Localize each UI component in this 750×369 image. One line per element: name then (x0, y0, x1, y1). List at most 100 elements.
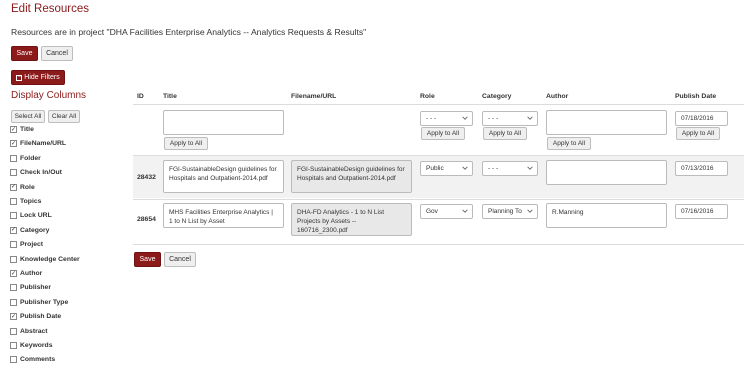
display-column-option[interactable]: Check In/Out (10, 169, 62, 177)
display-column-option[interactable]: ✓ Title (10, 126, 34, 133)
display-column-label: Publisher Type (20, 298, 69, 306)
display-column-option[interactable]: ✓ Role (10, 183, 35, 191)
column-header-role: Role (420, 93, 435, 100)
row-category-select[interactable]: Planning To (482, 204, 538, 219)
row-role-select[interactable]: Gov (420, 204, 473, 219)
row-category-value: - - - (488, 165, 499, 172)
row-filename-field: DHA-FD Analytics - 1 to N List Projects … (291, 203, 412, 236)
display-column-option[interactable]: Project (10, 241, 44, 249)
column-header-id: ID (137, 93, 144, 100)
row-divider (133, 199, 744, 200)
display-column-option[interactable]: ✓ Category (10, 226, 50, 234)
display-column-label: Check In/Out (20, 169, 62, 177)
display-column-label: Publish Date (20, 313, 62, 321)
apply-all-category-button[interactable]: Apply to All (483, 127, 527, 140)
display-column-option[interactable]: ✓ FileName/URL (10, 140, 66, 148)
column-header-publish-date: Publish Date (675, 93, 717, 100)
row-id: 28654 (137, 216, 156, 223)
checkbox-unchecked[interactable] (10, 284, 17, 292)
bulk-role-select[interactable]: - - - (420, 111, 473, 126)
checkbox-checked[interactable]: ✓ (10, 313, 17, 321)
hide-filters-button[interactable]: − Hide Filters (11, 70, 65, 85)
row-category-select[interactable]: - - - (482, 161, 538, 176)
row-divider (133, 244, 744, 245)
row-role-value: Gov (426, 208, 438, 215)
collapse-icon: − (16, 74, 23, 81)
apply-all-author-button[interactable]: Apply to All (547, 137, 591, 150)
row-role-value: Public (426, 165, 444, 172)
checkbox-unchecked[interactable] (10, 212, 17, 220)
row-author-input[interactable] (546, 160, 667, 185)
cancel-button-top[interactable]: Cancel (41, 46, 73, 61)
checkbox-checked[interactable]: ✓ (10, 126, 17, 133)
display-column-option[interactable]: Publisher (10, 284, 51, 292)
checkbox-checked[interactable]: ✓ (10, 226, 17, 234)
column-header-filename: Filename/URL (291, 93, 337, 100)
display-column-label: Title (20, 126, 34, 133)
chevron-down-icon (527, 209, 533, 213)
apply-all-title-button[interactable]: Apply to All (164, 137, 208, 150)
chevron-down-icon (527, 166, 533, 170)
checkbox-unchecked[interactable] (10, 298, 17, 306)
display-column-option[interactable]: Topics (10, 198, 41, 205)
row-role-select[interactable]: Public (420, 161, 473, 176)
chevron-down-icon (462, 166, 468, 170)
bulk-category-select[interactable]: - - - (482, 111, 538, 126)
chevron-down-icon (462, 209, 468, 213)
display-column-label: Topics (20, 198, 42, 205)
clear-all-button[interactable]: Clear All (48, 110, 80, 123)
column-header-author: Author (546, 93, 569, 100)
checkbox-unchecked[interactable] (10, 255, 17, 263)
checkbox-unchecked[interactable] (10, 198, 17, 205)
bulk-publish-date-input[interactable]: 07/18/2016 (675, 111, 728, 126)
row-publish-date-input[interactable]: 07/16/2016 (675, 204, 728, 219)
chevron-down-icon (462, 116, 468, 120)
checkbox-checked[interactable]: ✓ (10, 270, 17, 277)
display-column-option[interactable]: Knowledge Center (10, 255, 80, 263)
checkbox-unchecked[interactable] (10, 241, 17, 249)
display-column-label: Keywords (20, 342, 53, 349)
row-filename-field: FGI-SustainableDesign guidelines for Hos… (291, 160, 412, 193)
apply-all-role-button[interactable]: Apply to All (421, 127, 465, 140)
row-id: 28432 (137, 174, 156, 181)
checkbox-unchecked[interactable] (10, 169, 17, 177)
save-button-bottom[interactable]: Save (134, 252, 161, 267)
display-column-label: Project (20, 241, 44, 249)
display-column-label: Publisher (20, 284, 51, 292)
checkbox-unchecked[interactable] (10, 356, 17, 364)
chevron-down-icon (527, 116, 533, 120)
column-header-title: Title (163, 93, 177, 100)
display-column-option[interactable]: Keywords (10, 342, 52, 349)
apply-all-publish-date-button[interactable]: Apply to All (676, 127, 720, 140)
display-columns-heading: Display Columns (11, 90, 87, 101)
hide-filters-label: Hide Filters (24, 74, 60, 81)
display-column-option[interactable]: Folder (10, 154, 41, 162)
save-button-top[interactable]: Save (11, 46, 38, 61)
display-column-option[interactable]: Lock URL (10, 212, 52, 220)
display-column-label: Knowledge Center (20, 255, 80, 263)
row-publish-date-input[interactable]: 07/13/2016 (675, 161, 728, 176)
cancel-button-bottom[interactable]: Cancel (164, 252, 196, 267)
row-author-input[interactable]: R.Manning (546, 203, 667, 228)
display-column-label: Abstract (20, 327, 48, 335)
select-all-button[interactable]: Select All (11, 110, 45, 123)
display-column-label: Comments (20, 356, 56, 364)
display-column-option[interactable]: Comments (10, 356, 56, 364)
checkbox-unchecked[interactable] (10, 342, 17, 349)
checkbox-unchecked[interactable] (10, 154, 17, 162)
display-column-label: Role (20, 183, 35, 191)
display-column-option[interactable]: Abstract (10, 327, 48, 335)
checkbox-checked[interactable]: ✓ (10, 183, 17, 191)
bulk-author-input[interactable] (546, 110, 667, 135)
row-title-input[interactable]: MHS Facilities Enterprise Analytics | 1 … (163, 203, 284, 228)
display-column-option[interactable]: ✓ Publish Date (10, 313, 62, 321)
row-title-input[interactable]: FGI-SustainableDesign guidelines for Hos… (163, 160, 284, 193)
checkbox-unchecked[interactable] (10, 327, 17, 335)
display-column-option[interactable]: ✓ Author (10, 270, 42, 277)
checkbox-checked[interactable]: ✓ (10, 140, 17, 148)
project-description: Resources are in project "DHA Facilities… (11, 27, 367, 37)
display-column-label: Folder (20, 154, 41, 162)
display-column-label: Category (20, 226, 50, 234)
bulk-title-input[interactable] (163, 110, 284, 135)
display-column-option[interactable]: Publisher Type (10, 298, 69, 306)
